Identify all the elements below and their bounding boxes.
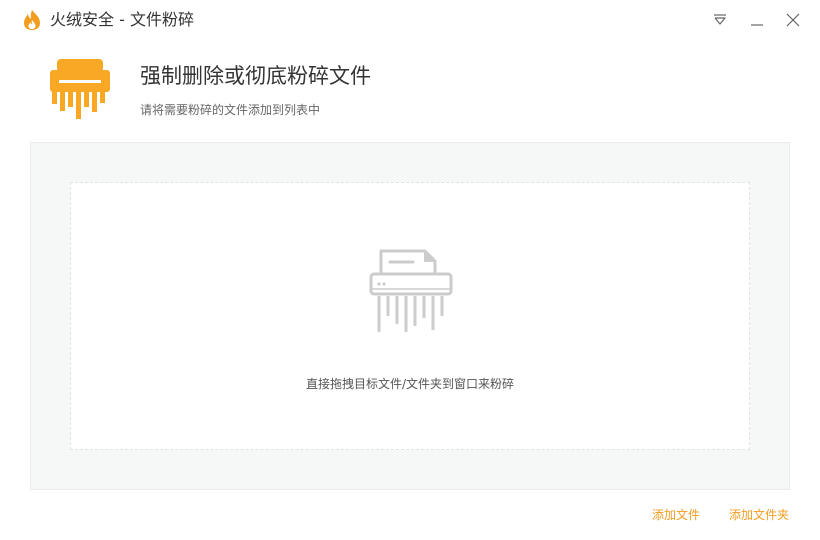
file-list-panel[interactable]: 直接拖拽目标文件/文件夹到窗口来粉碎 (30, 142, 790, 490)
file-shredder-icon (49, 58, 111, 120)
page-title: 强制删除或彻底粉碎文件 (140, 64, 371, 88)
add-folder-link[interactable]: 添加文件夹 (729, 506, 789, 524)
title-bar[interactable]: 火绒安全 - 文件粉碎 (0, 0, 820, 40)
minimize-icon (751, 24, 763, 26)
add-file-link[interactable]: 添加文件 (652, 506, 700, 524)
file-shredder-window: 火绒安全 - 文件粉碎 强制删除或彻底粉碎文件 请将需要粉碎的文件添加到列表中 … (0, 0, 820, 540)
close-icon (786, 13, 800, 27)
dropdown-menu-button[interactable] (710, 10, 730, 30)
dropdown-menu-icon (714, 14, 726, 25)
drag-drop-zone[interactable]: 直接拖拽目标文件/文件夹到窗口来粉碎 (70, 182, 750, 450)
huorong-logo-icon (22, 9, 42, 31)
drop-hint-text: 直接拖拽目标文件/文件夹到窗口来粉碎 (305, 377, 515, 391)
shredder-outline-icon (368, 246, 454, 334)
close-button[interactable] (783, 10, 803, 30)
window-title: 火绒安全 - 文件粉碎 (50, 10, 194, 29)
minimize-button[interactable] (747, 10, 767, 30)
page-subtitle: 请将需要粉碎的文件添加到列表中 (140, 103, 321, 117)
